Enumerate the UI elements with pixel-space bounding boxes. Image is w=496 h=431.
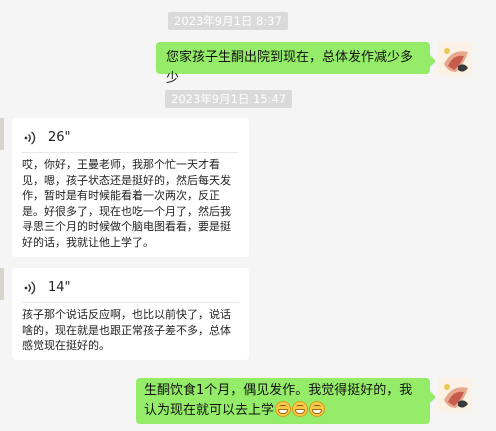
message-bubble-outgoing[interactable]: 生酮饮食1个月，偶见发作。我觉得挺好的，我认为现在就可以去上学 bbox=[136, 378, 436, 424]
voice-message-card[interactable]: 14" 孩子那个说话反应啊，也比以前快了，说话啥的，现在就是也跟正常孩子差不多，… bbox=[12, 268, 249, 360]
voice-wave-icon bbox=[24, 130, 36, 145]
voice-duration: 14" bbox=[48, 280, 71, 295]
divider bbox=[22, 152, 239, 153]
grinning-face-emoji bbox=[292, 401, 309, 417]
grinning-face-emoji bbox=[309, 401, 326, 417]
timestamp: 2023年9月1日 8:37 bbox=[168, 12, 288, 30]
avatar[interactable] bbox=[0, 118, 4, 150]
avatar[interactable] bbox=[438, 378, 472, 412]
message-text: 您家孩子生酮出院到现在，总体发作减少多少 bbox=[166, 50, 414, 86]
voice-transcript: 孩子那个说话反应啊，也比以前快了，说话啥的，现在就是也跟正常孩子差不多，总体感觉… bbox=[22, 308, 231, 353]
voice-wave-icon bbox=[24, 280, 36, 295]
avatar[interactable] bbox=[438, 42, 472, 76]
message-bubble-outgoing[interactable]: 您家孩子生酮出院到现在，总体发作减少多少 bbox=[156, 42, 436, 86]
timestamp: 2023年9月1日 15:47 bbox=[165, 90, 293, 108]
voice-duration: 26" bbox=[48, 130, 71, 145]
voice-transcript: 哎，你好，王曼老师，我那个忙一天才看见，嗯，孩子状态还是挺好的，然后每天发作，暂… bbox=[22, 158, 231, 249]
avatar[interactable] bbox=[0, 268, 4, 300]
divider bbox=[22, 302, 239, 303]
voice-message-card[interactable]: 26" 哎，你好，王曼老师，我那个忙一天才看见，嗯，孩子状态还是挺好的，然后每天… bbox=[12, 118, 249, 257]
grinning-face-emoji bbox=[275, 401, 292, 417]
